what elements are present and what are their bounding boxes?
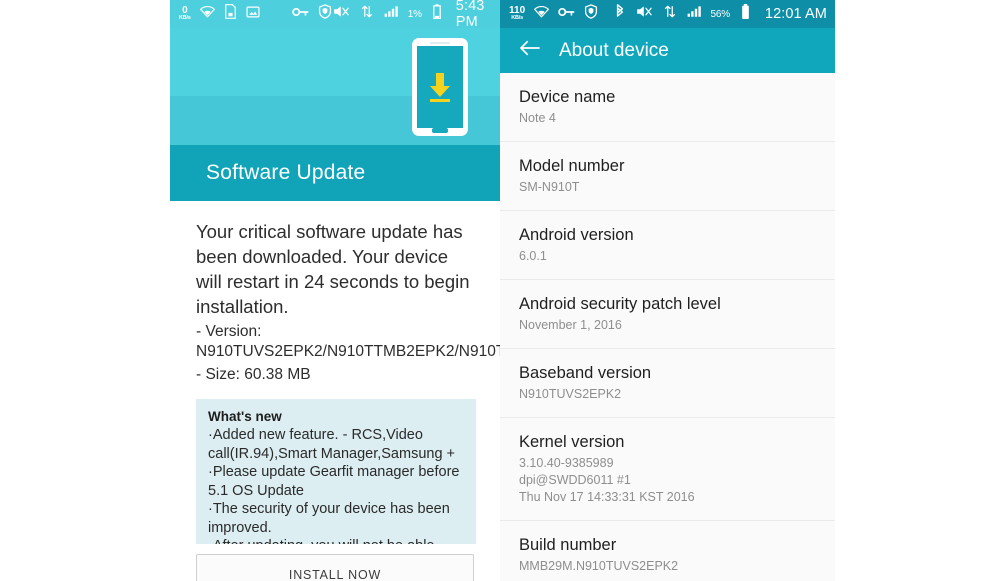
battery-percent-label: 56%	[710, 8, 731, 20]
vpn-key-icon	[291, 5, 309, 23]
status-bar-left-icons: 0 KB/s	[179, 4, 332, 24]
screenshot-stage: 0 KB/s 1% 5:43 PM Software Update Your c…	[0, 0, 1003, 581]
list-item-label: Android security patch level	[519, 295, 721, 313]
install-now-button[interactable]: INSTALL NOW	[196, 554, 474, 581]
list-item-label: Baseband version	[519, 364, 652, 382]
shield-icon	[318, 4, 332, 24]
list-item[interactable]: Model number SM-N910T	[500, 142, 835, 211]
battery-icon	[741, 4, 750, 24]
list-item-value: Note 4	[519, 111, 556, 125]
software-update-title-band: Software Update	[170, 145, 500, 201]
software-update-screen: 0 KB/s 1% 5:43 PM Software Update Your c…	[170, 0, 500, 581]
install-button-wrap: INSTALL NOW	[170, 544, 500, 581]
download-arrow-icon	[430, 73, 450, 102]
sync-icon	[663, 4, 677, 24]
about-device-action-bar: About device	[500, 28, 835, 73]
action-bar-title: About device	[559, 39, 669, 61]
list-item-label: Model number	[519, 157, 625, 175]
mute-icon	[635, 4, 654, 24]
list-item[interactable]: Android version 6.0.1	[500, 211, 835, 280]
list-item[interactable]: Build number MMB29M.N910TUVS2EPK2	[500, 521, 835, 581]
list-item-value: 3.10.40-9385989 dpi@SWDD6011 #1 Thu Nov …	[519, 456, 695, 504]
mute-icon	[332, 4, 351, 24]
status-bar-right: 110 KB/s 56% 12:01 AM	[500, 0, 835, 28]
phone-speaker	[430, 42, 450, 44]
status-bar-left: 0 KB/s 1% 5:43 PM	[170, 0, 500, 30]
list-item-value: November 1, 2016	[519, 318, 622, 332]
network-speed-indicator: 0 KB/s	[179, 5, 191, 22]
page-title: Software Update	[206, 161, 366, 184]
shield-icon	[584, 4, 598, 24]
list-item-label: Android version	[519, 226, 634, 244]
list-item-value: MMB29M.N910TUVS2EPK2	[519, 559, 679, 573]
battery-icon	[432, 4, 441, 24]
update-message: Your critical software update has been d…	[196, 221, 470, 317]
list-item[interactable]: Kernel version 3.10.40-9385989 dpi@SWDD6…	[500, 418, 835, 521]
status-bar-right-icons: 110 KB/s	[509, 4, 598, 24]
list-item-value: 6.0.1	[519, 249, 547, 263]
update-version: - Version: N910TUVS2EPK2/N910TTMB2EPK2/N…	[196, 323, 500, 360]
list-item-label: Build number	[519, 536, 617, 554]
whats-new-line: ·After updating, you will not be able	[208, 537, 464, 544]
list-item[interactable]: Baseband version N910TUVS2EPK2	[500, 349, 835, 418]
bluetooth-icon	[614, 3, 626, 25]
sync-icon	[360, 4, 374, 24]
whats-new-line: ·Added new feature. - RCS,Video call(IR.…	[208, 427, 456, 462]
list-item-value: N910TUVS2EPK2	[519, 387, 622, 401]
clock-label: 12:01 AM	[764, 6, 827, 22]
about-device-screen: 110 KB/s 56% 12:01 AM About device Devic…	[500, 0, 835, 581]
about-device-list: Device name Note 4 Model number SM-N910T…	[500, 73, 835, 581]
whats-new-line: ·The security of your device has been im…	[208, 501, 450, 536]
list-item[interactable]: Device name Note 4	[500, 73, 835, 142]
list-item-label: Kernel version	[519, 433, 625, 451]
list-item-value: SM-N910T	[519, 180, 580, 194]
whats-new-heading: What's new	[208, 409, 282, 424]
phone-download-icon	[412, 38, 468, 136]
update-size: - Size: 60.38 MB	[196, 366, 311, 383]
list-item-label: Device name	[519, 88, 616, 106]
wifi-icon	[533, 5, 550, 23]
status-bar-left-right-icons: 1% 5:43 PM	[332, 0, 492, 30]
battery-percent-label: 1%	[407, 8, 422, 20]
back-arrow-icon[interactable]	[519, 39, 541, 62]
sdcard-icon	[224, 4, 237, 24]
wifi-icon	[199, 5, 215, 23]
status-bar-right-right-icons: 56% 12:01 AM	[614, 3, 828, 25]
whats-new-line: ·Please update Gearfit manager before 5.…	[208, 464, 460, 499]
software-update-body: Your critical software update has been d…	[170, 201, 500, 544]
phone-home-button	[432, 128, 448, 133]
network-speed-indicator: 110 KB/s	[509, 5, 526, 22]
screenshot-icon	[246, 5, 260, 24]
clock-label: 5:43 PM	[455, 0, 485, 30]
signal-icon	[686, 5, 702, 24]
phone-screen	[417, 46, 463, 128]
list-item[interactable]: Android security patch level November 1,…	[500, 280, 835, 349]
vpn-key-icon	[558, 5, 575, 23]
software-update-hero-banner	[170, 28, 500, 145]
signal-icon	[383, 5, 399, 24]
whats-new-box: What's new ·Added new feature. - RCS,Vid…	[196, 399, 476, 544]
